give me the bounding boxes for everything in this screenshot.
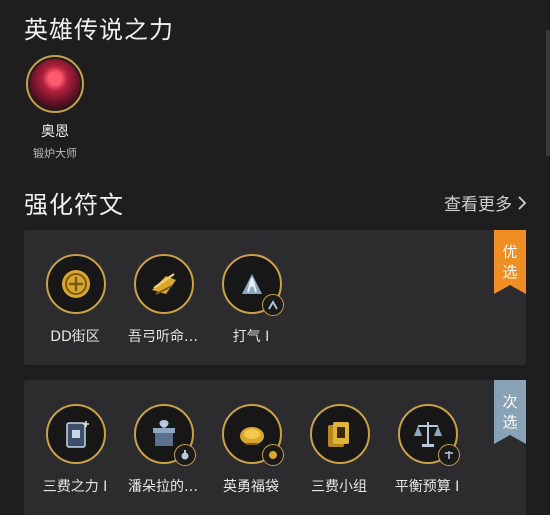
champion-subtitle: 锻炉大师	[33, 147, 77, 160]
secondary-badge: 次 选	[494, 380, 526, 444]
rune-item[interactable]: 三费小组	[310, 404, 370, 496]
upgrade-icon	[262, 294, 284, 316]
see-more-link[interactable]: 查看更多	[444, 190, 528, 215]
rune-item[interactable]: 英勇福袋	[222, 404, 284, 496]
champion-card[interactable]: 奥恩 锻炉大师	[24, 55, 86, 161]
champion-portrait[interactable]	[26, 55, 84, 113]
gift-box-icon	[134, 404, 196, 466]
champion-name: 奥恩	[41, 124, 69, 140]
rune-item[interactable]: 吾弓听命…	[128, 254, 198, 346]
scale-icon	[398, 404, 460, 466]
bow-icon	[134, 254, 194, 314]
secondary-runes-card: 次 选 三费之力 I 潘朵拉的… 英勇福袋 三费小组 平衡预算 I	[24, 380, 526, 515]
rune-item[interactable]: 打气 I	[222, 254, 284, 346]
card-plus-icon	[46, 404, 106, 464]
card-stack-icon	[310, 404, 370, 464]
potion-icon	[174, 444, 196, 466]
rune-item[interactable]: 三费之力 I	[43, 404, 107, 496]
rune-item[interactable]: DD街区	[46, 254, 106, 346]
section-title: 强化符文	[24, 191, 124, 219]
rune-item[interactable]: 潘朵拉的…	[128, 404, 198, 496]
coin-icon	[46, 254, 106, 314]
scale-icon	[438, 444, 460, 466]
rune-item[interactable]: 平衡预算 I	[395, 404, 460, 496]
page-title: 英雄传说之力	[24, 16, 174, 44]
primary-runes-card: 优 选 DD街区 吾弓听命… 打气 I	[24, 230, 526, 365]
primary-badge: 优 选	[494, 230, 526, 294]
coin-bag-icon	[222, 404, 284, 466]
see-more-label: 查看更多	[444, 195, 512, 215]
chevron-right-icon	[518, 195, 527, 210]
scrollbar[interactable]	[546, 30, 550, 156]
pump-icon	[222, 254, 284, 316]
coin-icon	[262, 444, 284, 466]
